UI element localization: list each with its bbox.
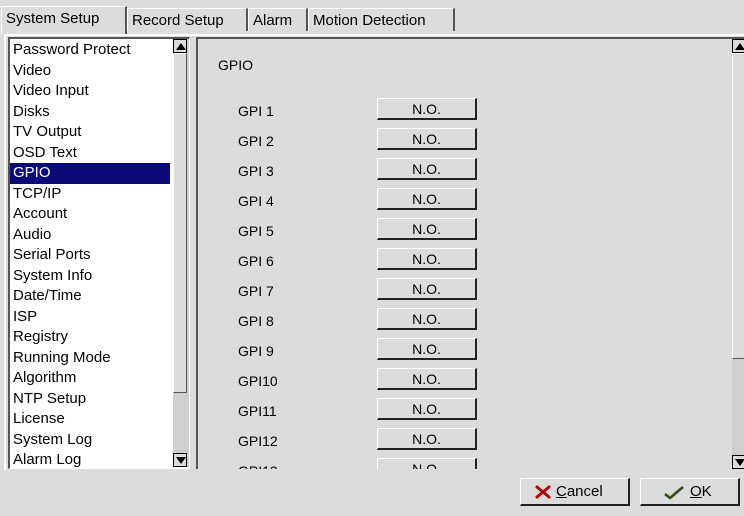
- check-icon: [664, 485, 684, 500]
- gpio-settings-panel: GPIO GPI 1 N.O. GPI 2 N.O. GPI 3 N.O. GPI 4 N.O…: [196, 37, 744, 469]
- gpi-mode-button[interactable]: N.O.: [377, 308, 477, 330]
- cancel-mnemonic: C: [556, 483, 567, 500]
- nav-item[interactable]: NTP Setup: [10, 389, 170, 410]
- gpi-mode-button[interactable]: N.O.: [377, 398, 477, 420]
- scroll-down-arrow-icon[interactable]: [732, 455, 744, 469]
- gpi-label: GPI 4: [238, 193, 274, 209]
- nav-item[interactable]: Running Mode: [10, 348, 170, 369]
- tab-system-setup[interactable]: System Setup: [1, 6, 127, 34]
- gpi-label: GPI 3: [238, 163, 274, 179]
- gpi-label: GPI11: [238, 403, 277, 419]
- gpi-mode-button[interactable]: N.O.: [377, 248, 477, 270]
- nav-item[interactable]: Serial Ports: [10, 245, 170, 266]
- gpi-mode-button[interactable]: N.O.: [377, 98, 477, 120]
- nav-item[interactable]: System Log: [10, 430, 170, 451]
- settings-nav-list: Password Protect Video Video Input Disks TV …: [8, 37, 190, 469]
- nav-item[interactable]: System Info: [10, 266, 170, 287]
- nav-item[interactable]: TV Output: [10, 122, 170, 143]
- nav-scrollbar[interactable]: [173, 39, 189, 467]
- nav-item[interactable]: Registry: [10, 327, 170, 348]
- nav-item[interactable]: License: [10, 409, 170, 430]
- scroll-down-arrow-icon[interactable]: [173, 453, 187, 467]
- nav-items: Password Protect Video Video Input Disks TV …: [10, 40, 170, 468]
- nav-item[interactable]: TCP/IP: [10, 184, 170, 205]
- nav-item[interactable]: ISP: [10, 307, 170, 328]
- nav-item[interactable]: Video Input: [10, 81, 170, 102]
- gpi-mode-button[interactable]: N.O.: [377, 338, 477, 360]
- gpi-mode-button[interactable]: N.O.: [377, 128, 477, 150]
- tab-alarm[interactable]: Alarm: [248, 8, 308, 31]
- gpi-mode-button[interactable]: N.O.: [377, 368, 477, 390]
- gpi-label: GPI 6: [238, 253, 274, 269]
- nav-item[interactable]: Alarm Log: [10, 450, 170, 468]
- nav-item[interactable]: Audio: [10, 225, 170, 246]
- gpi-mode-button[interactable]: N.O.: [377, 428, 477, 450]
- tab-motion-detection[interactable]: Motion Detection: [308, 8, 455, 31]
- gpi-label: GPI 8: [238, 313, 274, 329]
- cancel-button[interactable]: Cancel: [520, 478, 630, 506]
- nav-item[interactable]: Video: [10, 61, 170, 82]
- gpi-label: GPI10: [238, 373, 278, 389]
- nav-item[interactable]: Account: [10, 204, 170, 225]
- gpi-mode-button[interactable]: N.O.: [377, 158, 477, 180]
- content-scrollbar[interactable]: [732, 39, 744, 469]
- ok-mnemonic: O: [690, 483, 702, 500]
- gpi-label: GPI 5: [238, 223, 274, 239]
- gpi-label: GPI12: [238, 433, 278, 449]
- nav-scroll-thumb[interactable]: [173, 53, 187, 393]
- gpi-mode-button[interactable]: N.O.: [377, 278, 477, 300]
- nav-item[interactable]: GPIO: [10, 163, 170, 184]
- gpi-label: GPI 2: [238, 133, 274, 149]
- nav-item[interactable]: Date/Time: [10, 286, 170, 307]
- gpi-mode-button[interactable]: N.O.: [377, 218, 477, 240]
- tab-bar: System Setup Record Setup Alarm Motion D…: [0, 0, 744, 34]
- gpi-label: GPI 7: [238, 283, 274, 299]
- gpi-label: GPI13: [238, 463, 278, 469]
- dialog-button-bar: Cancel OK: [0, 470, 744, 516]
- gpi-mode-button[interactable]: N.O.: [377, 188, 477, 210]
- nav-item[interactable]: Disks: [10, 102, 170, 123]
- x-icon: [535, 485, 551, 499]
- ok-button[interactable]: OK: [640, 478, 740, 506]
- content-scroll-thumb[interactable]: [732, 53, 744, 359]
- gpi-label: GPI 9: [238, 343, 274, 359]
- gpi-mode-button[interactable]: N.O.: [377, 458, 477, 469]
- scroll-up-arrow-icon[interactable]: [732, 39, 744, 53]
- nav-item[interactable]: Password Protect: [10, 40, 170, 61]
- nav-item[interactable]: OSD Text: [10, 143, 170, 164]
- nav-item[interactable]: Algorithm: [10, 368, 170, 389]
- gpi-label: GPI 1: [238, 103, 274, 119]
- tab-record-setup[interactable]: Record Setup: [127, 8, 248, 31]
- scroll-up-arrow-icon[interactable]: [173, 39, 187, 53]
- section-title: GPIO: [218, 57, 254, 73]
- ok-label: K: [701, 483, 712, 500]
- cancel-label: ancel: [566, 483, 603, 500]
